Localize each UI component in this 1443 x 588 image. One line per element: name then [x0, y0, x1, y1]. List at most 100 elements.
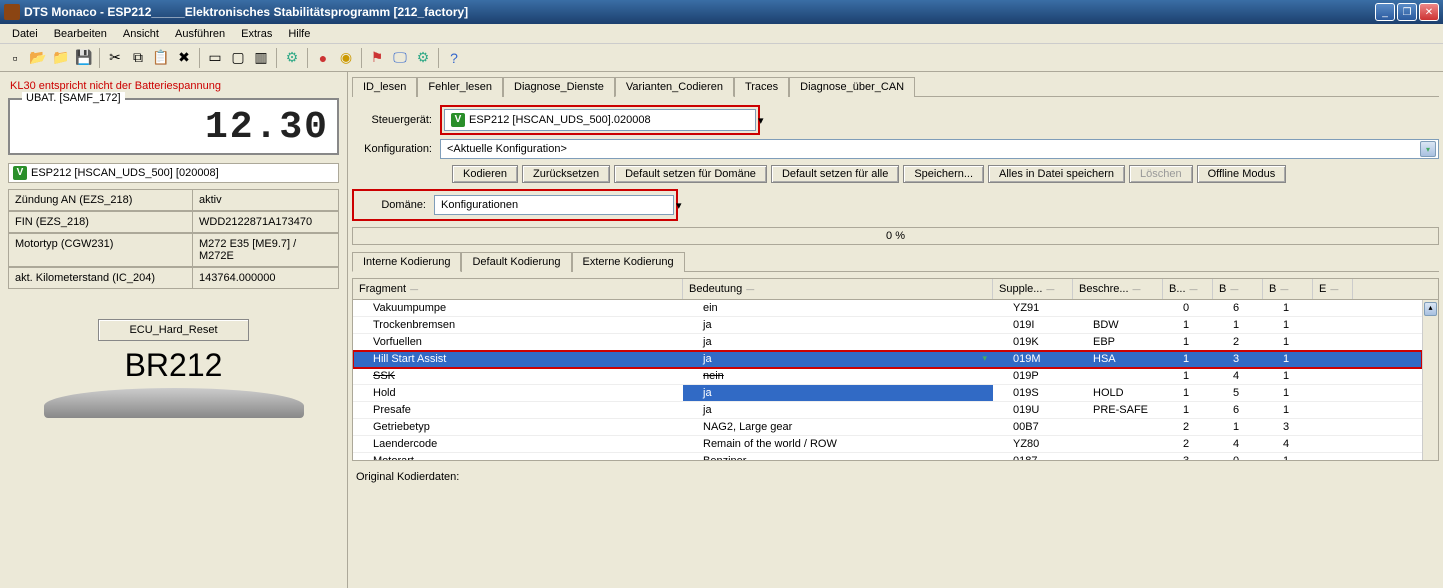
- grid-row[interactable]: MotorartBenziner0187301: [353, 453, 1422, 460]
- lcd-panel: UBAT. [SAMF_172] 12.30: [8, 98, 339, 155]
- grid-row[interactable]: Presafeja019UPRE-SAFE161: [353, 402, 1422, 419]
- maximize-button[interactable]: ❐: [1397, 3, 1417, 21]
- col-header[interactable]: Fragment—: [353, 279, 683, 299]
- grid-cell: 1: [1163, 334, 1213, 350]
- menu-ausführen[interactable]: Ausführen: [167, 26, 233, 42]
- stop-icon[interactable]: ◉: [335, 47, 357, 69]
- ecu-name: ESP212 [HSCAN_UDS_500] [020008]: [31, 167, 219, 179]
- steuergeraet-dropdown[interactable]: ▾: [758, 114, 1439, 127]
- tab-diagnose_über_can[interactable]: Diagnose_über_CAN: [789, 77, 915, 97]
- grid-cell: [1313, 351, 1353, 367]
- btn-default-setzen-f-r-dom-ne[interactable]: Default setzen für Domäne: [614, 165, 767, 183]
- inner-tab-1[interactable]: Default Kodierung: [461, 252, 571, 272]
- grid-cell: ja: [683, 334, 993, 350]
- cut-icon[interactable]: ✂: [104, 47, 126, 69]
- grid-cell: 019I: [993, 317, 1073, 333]
- grid-row[interactable]: Hill Start Assistja▾019MHSA131: [353, 351, 1422, 368]
- close-button[interactable]: ✕: [1419, 3, 1439, 21]
- scrollbar[interactable]: ▴: [1422, 300, 1438, 460]
- menu-extras[interactable]: Extras: [233, 26, 280, 42]
- grid-cell: 1: [1263, 402, 1313, 418]
- sort-icon: —: [1280, 285, 1288, 294]
- tab-varianten_codieren[interactable]: Varianten_Codieren: [615, 77, 734, 97]
- menu-bearbeiten[interactable]: Bearbeiten: [46, 26, 115, 42]
- copy-icon[interactable]: ⧉: [127, 47, 149, 69]
- help-icon[interactable]: ?: [443, 47, 465, 69]
- ecu-hard-reset-button[interactable]: ECU_Hard_Reset: [98, 319, 248, 341]
- btn-offline-modus[interactable]: Offline Modus: [1197, 165, 1287, 183]
- grid-row[interactable]: SSKnein019P141: [353, 368, 1422, 385]
- chevron-down-icon[interactable]: ▾: [1420, 141, 1436, 157]
- col-header[interactable]: Supple...—: [993, 279, 1073, 299]
- domaene-dropdown[interactable]: ▾: [676, 199, 1439, 212]
- minimize-button[interactable]: _: [1375, 3, 1395, 21]
- grid-cell: 1: [1163, 351, 1213, 367]
- grid-cell: ja▾: [683, 351, 993, 367]
- col-header[interactable]: Bedeutung—: [683, 279, 993, 299]
- inner-tab-0[interactable]: Interne Kodierung: [352, 252, 461, 272]
- open-icon[interactable]: 📂: [27, 47, 49, 69]
- col-header[interactable]: B—: [1263, 279, 1313, 299]
- tab-diagnose_dienste[interactable]: Diagnose_Dienste: [503, 77, 615, 97]
- info-value: WDD2122871A173470: [193, 211, 339, 233]
- grid-cell: 019U: [993, 402, 1073, 418]
- col-header[interactable]: E—: [1313, 279, 1353, 299]
- tool-icon[interactable]: ⚙: [281, 47, 303, 69]
- scroll-up-icon[interactable]: ▴: [1424, 302, 1437, 316]
- window2-icon[interactable]: ▢: [227, 47, 249, 69]
- chevron-down-icon[interactable]: ▾: [676, 200, 682, 212]
- konfiguration-dropdown[interactable]: <Aktuelle Konfiguration> ▾: [440, 139, 1439, 159]
- col-header[interactable]: Beschre...—: [1073, 279, 1163, 299]
- tab-id_lesen[interactable]: ID_lesen: [352, 77, 417, 97]
- grid-row[interactable]: LaendercodeRemain of the world / ROWYZ80…: [353, 436, 1422, 453]
- grid-row[interactable]: Trockenbremsenja019IBDW111: [353, 317, 1422, 334]
- grid-row[interactable]: GetriebetypNAG2, Large gear00B7213: [353, 419, 1422, 436]
- window1-icon[interactable]: ▭: [204, 47, 226, 69]
- grid-row[interactable]: Vorfuellenja019KEBP121: [353, 334, 1422, 351]
- delete-icon[interactable]: ✖: [173, 47, 195, 69]
- grid-cell: 1: [1263, 453, 1313, 460]
- domaene-label: Domäne:: [374, 199, 434, 211]
- chevron-down-icon[interactable]: ▾: [758, 115, 764, 127]
- gear-icon[interactable]: ⚙: [412, 47, 434, 69]
- new-icon[interactable]: ▫: [4, 47, 26, 69]
- info-table: Zündung AN (EZS_218)aktivFIN (EZS_218)WD…: [8, 189, 339, 289]
- chevron-down-icon[interactable]: ▾: [982, 353, 987, 364]
- save-icon[interactable]: 💾: [73, 47, 95, 69]
- col-header[interactable]: B—: [1213, 279, 1263, 299]
- inner-tab-2[interactable]: Externe Kodierung: [572, 252, 685, 272]
- btn-zur-cksetzen[interactable]: Zurücksetzen: [522, 165, 610, 183]
- tab-traces[interactable]: Traces: [734, 77, 789, 97]
- sort-icon: —: [410, 285, 418, 294]
- menu-ansicht[interactable]: Ansicht: [115, 26, 167, 42]
- content-area: ID_lesenFehler_lesenDiagnose_DiensteVari…: [348, 72, 1443, 588]
- folder-icon[interactable]: 📁: [50, 47, 72, 69]
- btn-default-setzen-f-r-alle[interactable]: Default setzen für alle: [771, 165, 899, 183]
- record-icon[interactable]: ●: [312, 47, 334, 69]
- grid-cell: Vakuumpumpe: [353, 300, 683, 316]
- grid-cell: 1: [1163, 317, 1213, 333]
- monitor-icon[interactable]: 🖵: [389, 47, 411, 69]
- grid-cell: [1313, 334, 1353, 350]
- window3-icon[interactable]: ▥: [250, 47, 272, 69]
- btn-alles-in-datei-speichern[interactable]: Alles in Datei speichern: [988, 165, 1125, 183]
- tab-fehler_lesen[interactable]: Fehler_lesen: [417, 77, 503, 97]
- ecu-selector[interactable]: V ESP212 [HSCAN_UDS_500] [020008]: [8, 163, 339, 183]
- paste-icon[interactable]: 📋: [150, 47, 172, 69]
- grid-cell: 1: [1163, 402, 1213, 418]
- domaene-value: Konfigurationen: [441, 199, 518, 211]
- grid-row[interactable]: Holdja019SHOLD151: [353, 385, 1422, 402]
- grid-cell: Motorart: [353, 453, 683, 460]
- btn-kodieren[interactable]: Kodieren: [452, 165, 518, 183]
- grid-cell: [1313, 368, 1353, 384]
- grid-cell: BDW: [1073, 317, 1163, 333]
- grid-cell: YZ80: [993, 436, 1073, 452]
- col-header[interactable]: B...—: [1163, 279, 1213, 299]
- menu-hilfe[interactable]: Hilfe: [280, 26, 318, 42]
- toolbar: ▫ 📂 📁 💾 ✂ ⧉ 📋 ✖ ▭ ▢ ▥ ⚙ ● ◉ ⚑ 🖵 ⚙ ?: [0, 44, 1443, 72]
- grid-row[interactable]: VakuumpumpeeinYZ91061: [353, 300, 1422, 317]
- btn-speichern-[interactable]: Speichern...: [903, 165, 984, 183]
- menu-datei[interactable]: Datei: [4, 26, 46, 42]
- grid-cell: HOLD: [1073, 385, 1163, 401]
- flag-icon[interactable]: ⚑: [366, 47, 388, 69]
